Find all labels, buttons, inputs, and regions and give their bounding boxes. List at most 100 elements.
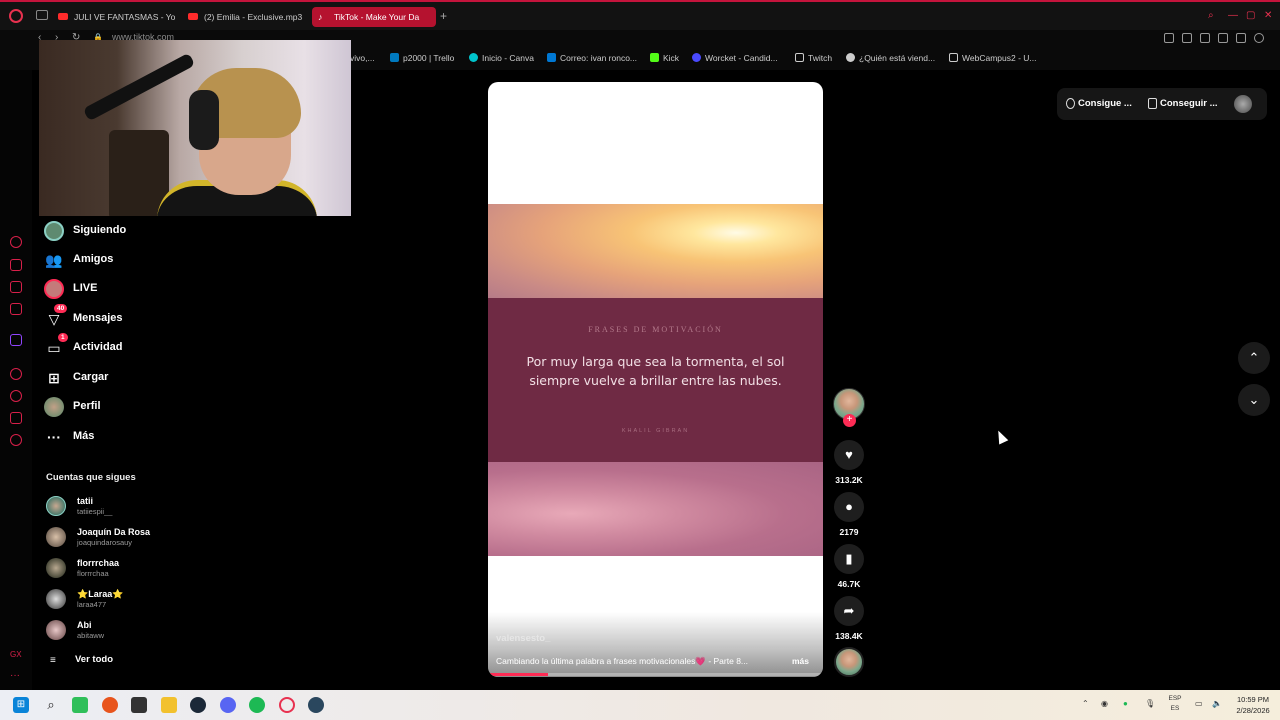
shield-icon[interactable] <box>1200 33 1210 43</box>
spotify-icon[interactable] <box>249 697 265 713</box>
get-app-button[interactable]: Conseguir ... <box>1140 93 1226 115</box>
outlook-icon <box>547 53 556 62</box>
video-quote-author: KHALIL GIBRAN <box>621 428 690 434</box>
pin-icon[interactable] <box>1164 33 1174 43</box>
extensions-icon[interactable] <box>10 412 22 424</box>
video-quote-text: Por muy larga que sea la tormenta, el so… <box>526 354 785 388</box>
friends-icon: 👥 <box>45 252 63 268</box>
webcam-overlay <box>39 40 351 216</box>
bookmark-quien[interactable]: ¿Quién está viend... <box>846 53 935 63</box>
discord-icon[interactable] <box>220 697 236 713</box>
bookmark-trello[interactable]: p2000 | Trello <box>390 53 454 63</box>
youtube-icon <box>188 13 198 20</box>
tracker-icon[interactable] <box>10 281 22 293</box>
app-green-icon[interactable] <box>72 697 88 713</box>
messenger-icon[interactable] <box>10 303 22 315</box>
video-description: Cambiando la última palabra a frases mot… <box>496 656 749 666</box>
tab-tiktok[interactable]: ♪ TikTok - Make Your Da <box>312 7 436 27</box>
video-username[interactable]: valensesto_ <box>496 633 550 644</box>
bookmark-vivo[interactable]: vivo,... <box>350 53 375 63</box>
bookmark-twitch[interactable]: Twitch <box>795 53 832 63</box>
chevron-down-icon: ⌄ <box>1248 392 1260 407</box>
share-count: 138.4K <box>835 631 863 641</box>
tray-overflow-icon[interactable]: ⌃ <box>1082 699 1089 708</box>
browser-tab-bar: JULI VE FANTASMAS - Yo (2) Emilia - Excl… <box>0 0 1280 30</box>
previous-video-button[interactable]: ⌃ <box>1238 342 1270 374</box>
snapshot-icon[interactable] <box>1182 33 1192 43</box>
minimize-icon[interactable]: — <box>1228 10 1238 21</box>
following-avatar-icon <box>44 221 64 241</box>
bookmark-kick[interactable]: Kick <box>650 53 679 63</box>
avatar <box>46 558 66 578</box>
list-icon: ≡ <box>50 655 56 666</box>
get-coins-button[interactable]: Consigue ... <box>1058 93 1140 115</box>
tray-spotify-icon[interactable]: ● <box>1123 699 1128 708</box>
aria-icon[interactable] <box>10 236 22 248</box>
opera-gx-icon[interactable] <box>279 697 295 713</box>
video-caption-shade <box>488 612 823 677</box>
search-icon[interactable]: ⌕ <box>43 697 59 713</box>
following-accounts-title: Cuentas que sigues <box>46 472 136 483</box>
settings-icon[interactable] <box>10 434 22 446</box>
globe-icon <box>846 53 855 62</box>
network-icon[interactable]: ▭ <box>1195 699 1203 708</box>
steam-icon[interactable] <box>190 697 206 713</box>
send-icon[interactable] <box>1236 33 1246 43</box>
firefox-icon[interactable] <box>102 697 118 713</box>
video-pink-clouds <box>488 462 823 556</box>
translate-icon[interactable] <box>1218 33 1228 43</box>
kick-icon <box>650 53 659 62</box>
bookmark-canva[interactable]: Inicio - Canva <box>469 53 534 63</box>
file-explorer-icon[interactable] <box>161 697 177 713</box>
music-disc[interactable] <box>834 647 864 677</box>
editor-icon[interactable] <box>131 697 147 713</box>
language-indicator[interactable]: ESP ES <box>1168 694 1182 714</box>
tab-youtube-emilia[interactable]: (2) Emilia - Exclusive.mp3 <box>182 7 308 27</box>
tab-youtube-juli[interactable]: JULI VE FANTASMAS - Yo <box>52 7 178 27</box>
maximize-icon[interactable]: ▢ <box>1246 10 1255 21</box>
comment-icon: ● <box>845 499 853 514</box>
page-icon <box>795 53 804 62</box>
user-avatar[interactable] <box>1234 95 1252 113</box>
video-progress-fill <box>488 673 549 676</box>
comment-count: 2179 <box>839 527 859 537</box>
phone-icon <box>1148 98 1157 109</box>
system-clock[interactable]: 10:59 PM 2/28/2026 <box>1228 694 1278 716</box>
new-tab-button[interactable]: + <box>440 9 447 23</box>
tray-app-icon[interactable]: ◉ <box>1101 699 1108 708</box>
webcam-headset <box>189 90 219 150</box>
avatar <box>46 496 66 516</box>
chevron-up-icon: ⌃ <box>1248 350 1260 365</box>
history-icon[interactable] <box>10 390 22 402</box>
share-button[interactable]: ➦ <box>834 596 864 626</box>
volume-icon[interactable]: 🔈 <box>1212 699 1222 708</box>
heart-icon[interactable] <box>1254 33 1264 43</box>
search-tabs-icon[interactable]: ⌕ <box>1208 10 1214 21</box>
gx-icon[interactable]: GX <box>10 650 22 662</box>
bookmark-outlook[interactable]: Correo: ivan ronco... <box>547 53 637 63</box>
twitch-icon[interactable] <box>10 334 22 346</box>
mouse-cursor-icon <box>993 428 1009 445</box>
youtube-icon <box>58 13 68 20</box>
like-button[interactable]: ♥ <box>834 440 864 470</box>
player-icon[interactable] <box>10 368 22 380</box>
next-video-button[interactable]: ⌄ <box>1238 384 1270 416</box>
video-player[interactable]: FRASES DE MOTIVACIÓN Por muy larga que s… <box>488 82 823 677</box>
workspaces-icon[interactable] <box>36 10 48 20</box>
comment-button[interactable]: ● <box>834 492 864 522</box>
sidebar-more-icon[interactable]: ··· <box>10 670 22 682</box>
bookmark-webcampus[interactable]: WebCampus2 - U... <box>949 53 1036 63</box>
coin-icon <box>1066 98 1075 109</box>
video-progress-bar[interactable] <box>488 673 823 676</box>
follow-creator-button[interactable]: + <box>843 414 856 427</box>
bookmark-worcket[interactable]: Worcket - Candid... <box>692 53 778 63</box>
close-icon[interactable]: ✕ <box>1264 10 1272 21</box>
opera-logo-icon[interactable] <box>9 9 23 23</box>
profile-avatar-icon <box>44 397 64 417</box>
microphone-icon[interactable]: 🎙 <box>1145 699 1155 708</box>
gx-corner-icon[interactable] <box>10 259 22 271</box>
windows-start-icon[interactable]: ⊞ <box>13 697 29 713</box>
steam-alt-icon[interactable] <box>308 697 324 713</box>
save-button[interactable]: ▮ <box>834 544 864 574</box>
video-more-link[interactable]: más <box>792 656 809 666</box>
